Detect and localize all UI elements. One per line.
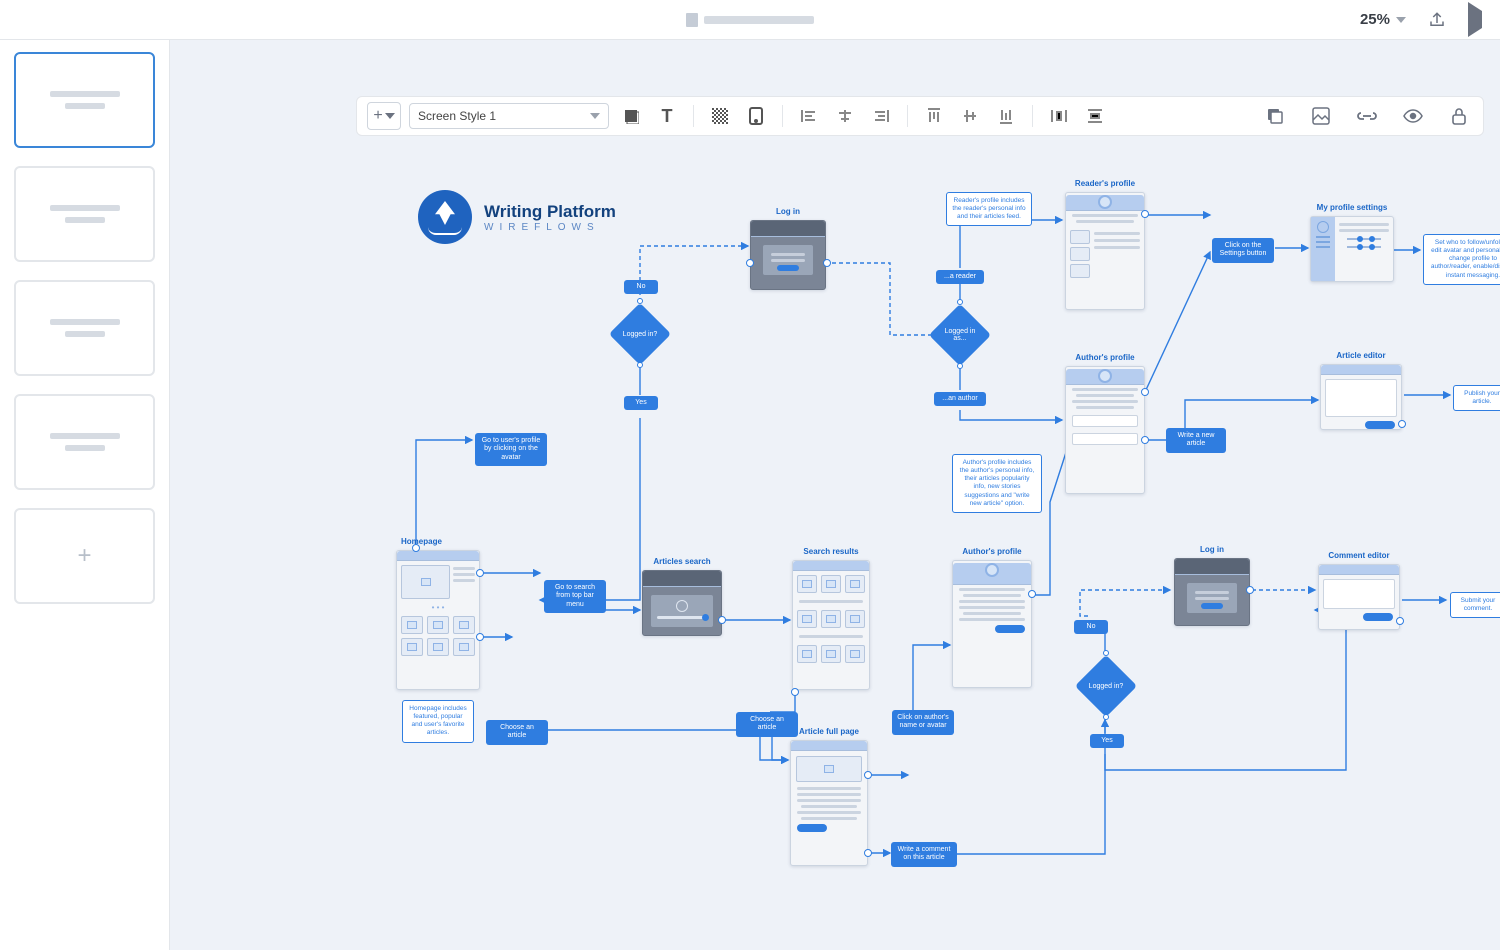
project-logo: Writing Platform WIREFLOWS bbox=[418, 190, 616, 244]
screen-label: Comment editor bbox=[1319, 551, 1399, 560]
branch-author[interactable]: ...an author bbox=[934, 392, 986, 406]
action-go-search[interactable]: Go to search from top bar menu bbox=[544, 580, 606, 613]
app-bar: 25% bbox=[0, 0, 1500, 40]
note-homepage: Homepage includes featured, popular and … bbox=[402, 700, 474, 743]
decision-logged-in-as[interactable]: Logged in as... bbox=[930, 305, 990, 365]
branch-no[interactable]: No bbox=[624, 280, 658, 294]
branch-no-2[interactable]: No bbox=[1074, 620, 1108, 634]
note-reader-profile: Reader's profile includes the reader's p… bbox=[946, 192, 1032, 226]
action-choose-article-2[interactable]: Choose an article bbox=[736, 712, 798, 737]
action-go-profile[interactable]: Go to user's profile by clicking on the … bbox=[475, 433, 547, 466]
decision-logged-in[interactable]: Logged in? bbox=[610, 304, 670, 364]
screen-readers-profile[interactable]: Reader's profile bbox=[1065, 192, 1145, 310]
screen-login-bottom[interactable]: Log in bbox=[1174, 558, 1250, 626]
add-page-button[interactable]: + bbox=[14, 508, 155, 604]
screen-articles-search[interactable]: Articles search bbox=[642, 570, 722, 636]
note-publish: Publish your article. bbox=[1453, 385, 1500, 411]
screen-label: Articles search bbox=[643, 557, 721, 566]
action-write-article[interactable]: Write a new article bbox=[1166, 428, 1226, 453]
screen-login-top[interactable]: Log in bbox=[750, 220, 826, 290]
note-settings: Set who to follow/unfollow, edit avatar … bbox=[1423, 234, 1500, 285]
screen-homepage[interactable]: Homepage • • • bbox=[396, 550, 480, 690]
play-icon bbox=[1468, 2, 1482, 37]
action-click-author[interactable]: Click on author's name or avatar bbox=[892, 710, 954, 735]
logo-title: Writing Platform bbox=[484, 202, 616, 222]
screen-label: Log in bbox=[1175, 545, 1249, 554]
action-click-settings[interactable]: Click on the Settings button bbox=[1212, 238, 1274, 263]
note-author-profile: Author's profile includes the author's p… bbox=[952, 454, 1042, 513]
screen-label: Search results bbox=[793, 547, 869, 556]
zoom-value: 25% bbox=[1360, 11, 1390, 28]
play-button[interactable] bbox=[1468, 11, 1482, 29]
wireflow-stage[interactable]: Writing Platform WIREFLOWS bbox=[170, 40, 1500, 950]
page-thumb-4[interactable] bbox=[14, 394, 155, 490]
plus-icon: + bbox=[77, 542, 91, 570]
document-name-placeholder bbox=[704, 16, 814, 24]
screen-article-full[interactable]: Article full page bbox=[790, 740, 868, 866]
screen-authors-profile-top[interactable]: Author's profile bbox=[1065, 366, 1145, 494]
screen-my-settings[interactable]: My profile settings bbox=[1310, 216, 1394, 282]
screen-label: Article editor bbox=[1321, 351, 1401, 360]
share-icon[interactable] bbox=[1428, 11, 1446, 29]
document-icon bbox=[686, 13, 698, 27]
screen-comment-editor[interactable]: Comment editor bbox=[1318, 564, 1400, 630]
logo-subtitle: WIREFLOWS bbox=[484, 222, 616, 233]
action-choose-article-1[interactable]: Choose an article bbox=[486, 720, 548, 745]
note-submit: Submit your comment. bbox=[1450, 592, 1500, 618]
page-thumb-3[interactable] bbox=[14, 280, 155, 376]
pages-panel: + bbox=[0, 40, 170, 950]
branch-reader[interactable]: ...a reader bbox=[936, 270, 984, 284]
screen-label: Log in bbox=[751, 207, 825, 216]
branch-yes[interactable]: Yes bbox=[624, 396, 658, 410]
page-thumb-2[interactable] bbox=[14, 166, 155, 262]
canvas[interactable]: + Screen Style 1 T bbox=[170, 40, 1500, 950]
screen-label: Author's profile bbox=[953, 547, 1031, 556]
zoom-control[interactable]: 25% bbox=[1360, 11, 1406, 28]
branch-yes-2[interactable]: Yes bbox=[1090, 734, 1124, 748]
screen-label: Reader's profile bbox=[1066, 179, 1144, 188]
screen-label: Author's profile bbox=[1066, 353, 1144, 362]
screen-article-editor[interactable]: Article editor bbox=[1320, 364, 1402, 430]
document-title[interactable] bbox=[686, 13, 814, 27]
screen-authors-profile-mid[interactable]: Author's profile bbox=[952, 560, 1032, 688]
screen-label: My profile settings bbox=[1311, 203, 1393, 212]
screen-label: Article full page bbox=[791, 727, 867, 736]
page-thumb-1[interactable] bbox=[14, 52, 155, 148]
action-write-comment[interactable]: Write a comment on this article bbox=[891, 842, 957, 867]
screen-search-results[interactable]: Search results bbox=[792, 560, 870, 690]
decision-logged-in-2[interactable]: Logged in? bbox=[1076, 656, 1136, 716]
logo-badge-icon bbox=[418, 190, 472, 244]
chevron-down-icon bbox=[1396, 17, 1406, 23]
